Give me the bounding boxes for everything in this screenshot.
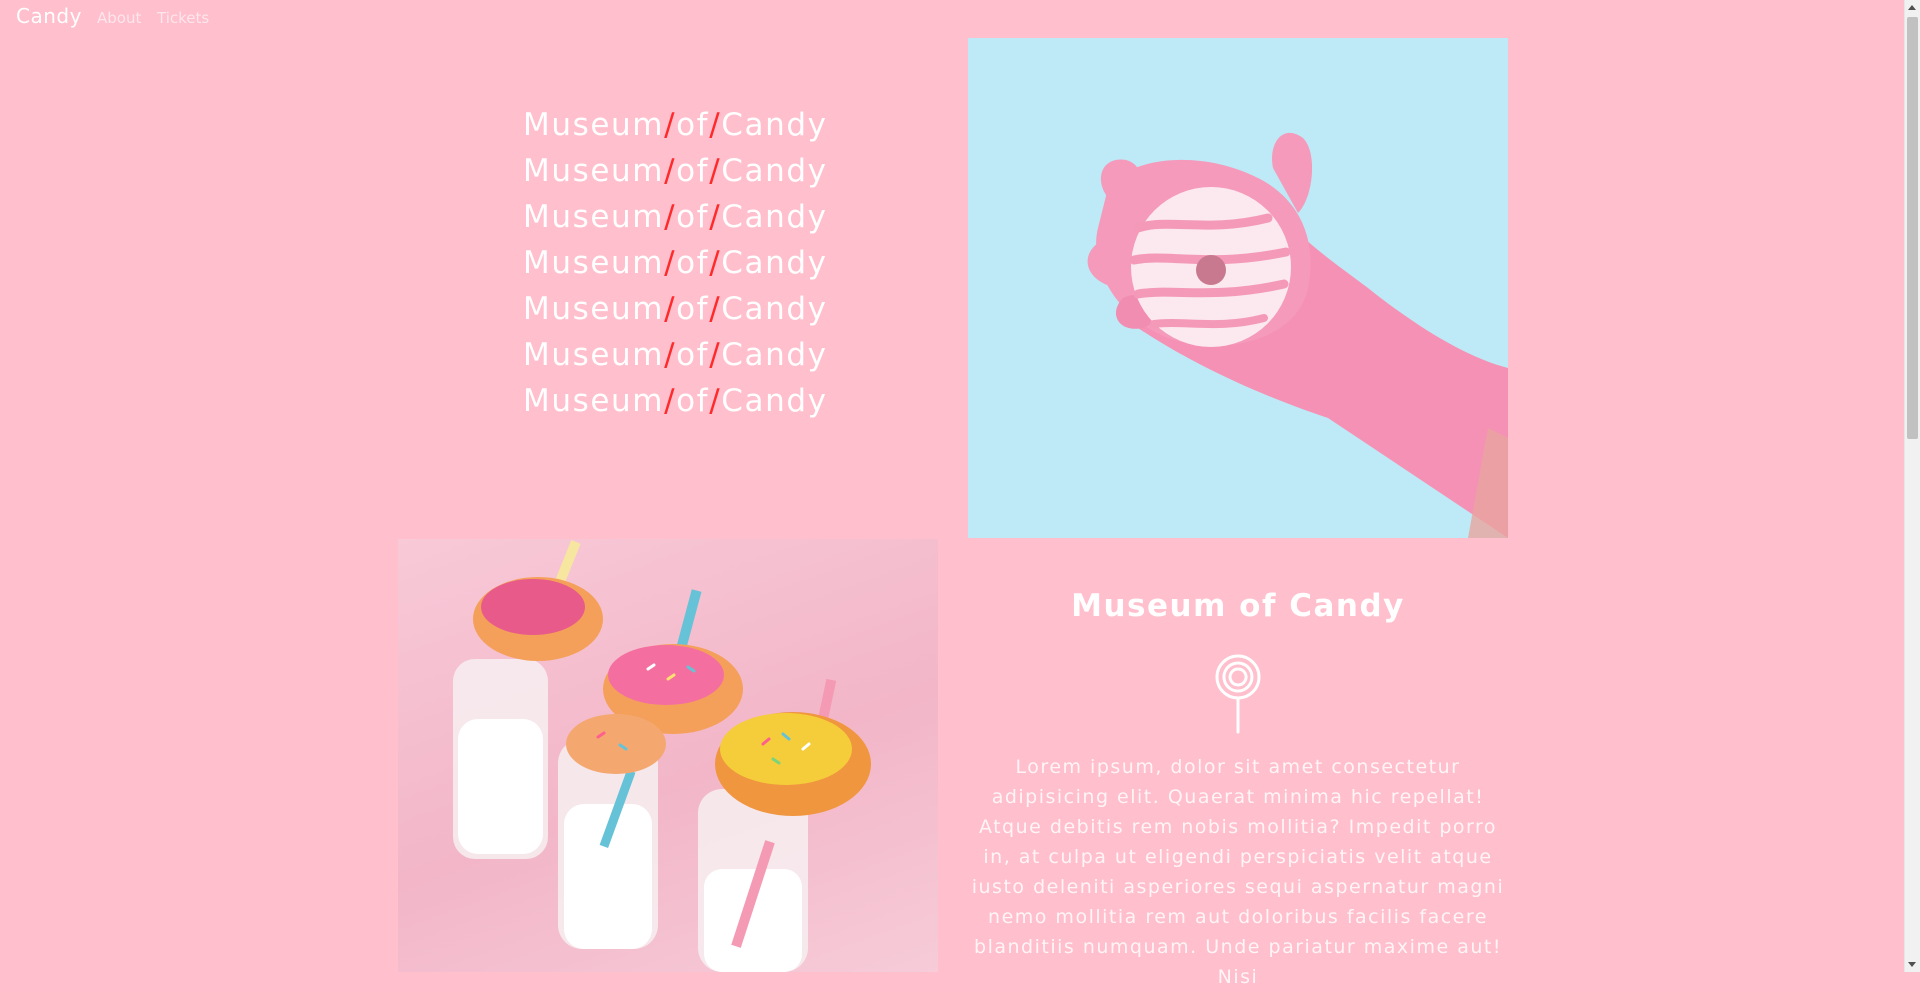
hero-title-line: Museum/of/Candy: [523, 153, 828, 189]
brand-link[interactable]: Candy: [16, 4, 82, 28]
donut-milk-illustration: [453, 540, 871, 972]
glove-donut-photo: [968, 38, 1508, 538]
hero-title-stack: Museum/of/Candy Museum/of/Candy Museum/o…: [523, 102, 828, 424]
hero-title-line: Museum/of/Candy: [523, 337, 828, 373]
hero-title-line: Museum/of/Candy: [523, 383, 828, 419]
info-section: Museum of Candy Lorem ipsum, dolor sit a…: [968, 588, 1508, 992]
vertical-scrollbar[interactable]: [1904, 0, 1920, 972]
donut-milk-bottles-photo: [398, 539, 938, 972]
scroll-up-arrow-icon[interactable]: [1908, 5, 1916, 10]
hero-title-line: Museum/of/Candy: [523, 291, 828, 327]
nav-link-about[interactable]: About: [97, 9, 141, 27]
glove-donut-illustration: [1087, 132, 1508, 538]
scroll-down-arrow-icon[interactable]: [1908, 962, 1916, 967]
scrollbar-thumb[interactable]: [1907, 17, 1918, 439]
lollipop-icon: [1215, 654, 1261, 734]
hero-title-line: Museum/of/Candy: [523, 107, 828, 143]
info-body-text: Lorem ipsum, dolor sit amet consectetur …: [971, 756, 1505, 988]
info-title: Museum of Candy: [1071, 588, 1405, 624]
nav-link-tickets[interactable]: Tickets: [157, 9, 209, 27]
hero-title-line: Museum/of/Candy: [523, 199, 828, 235]
hero-title-line: Museum/of/Candy: [523, 245, 828, 281]
